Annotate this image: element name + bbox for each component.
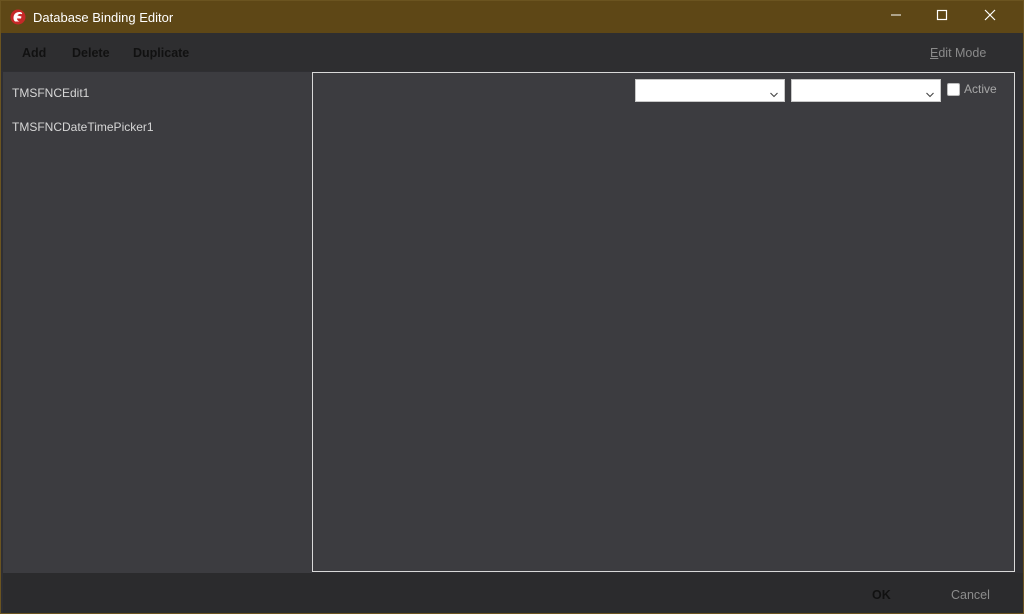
title-bar[interactable]: Database Binding Editor — [1, 1, 1023, 33]
database-binding-editor-window: Database Binding Editor Add Delete Dupli… — [0, 0, 1024, 614]
maximize-icon — [936, 8, 948, 26]
active-checkbox[interactable] — [947, 82, 960, 96]
minimize-button[interactable] — [873, 1, 919, 33]
close-button[interactable] — [967, 1, 1013, 33]
toolbar: Add Delete Duplicate Edit Mode — [1, 33, 1023, 71]
ok-button[interactable]: OK — [872, 588, 891, 602]
bindings-list[interactable]: TMSFNCEdit1 TMSFNCDateTimePicker1 — [3, 72, 312, 573]
binding-editor-panel: Active — [312, 72, 1015, 572]
edit-mode-button[interactable]: Edit Mode — [930, 46, 986, 60]
active-label: Active — [964, 82, 997, 96]
add-button[interactable]: Add — [22, 46, 46, 60]
list-item-tmsfncedit1[interactable]: TMSFNCEdit1 — [12, 86, 89, 100]
delphi-helmet-icon — [10, 9, 26, 25]
chevron-down-icon — [769, 86, 779, 98]
source-combobox[interactable] — [635, 79, 785, 102]
active-toggle[interactable]: Active — [947, 81, 997, 97]
minimize-icon — [890, 8, 902, 26]
maximize-button[interactable] — [919, 1, 965, 33]
edit-mode-label: dit Mode — [938, 46, 987, 60]
duplicate-button[interactable]: Duplicate — [133, 46, 189, 60]
chevron-down-icon — [925, 86, 935, 98]
cancel-button[interactable]: Cancel — [951, 588, 990, 602]
close-icon — [984, 8, 996, 26]
list-item-tmsfncdatetimepicker1[interactable]: TMSFNCDateTimePicker1 — [12, 120, 154, 134]
field-combobox[interactable] — [791, 79, 941, 102]
delete-button[interactable]: Delete — [72, 46, 110, 60]
window-title: Database Binding Editor — [33, 10, 174, 25]
dialog-footer: OK Cancel — [3, 573, 1023, 613]
